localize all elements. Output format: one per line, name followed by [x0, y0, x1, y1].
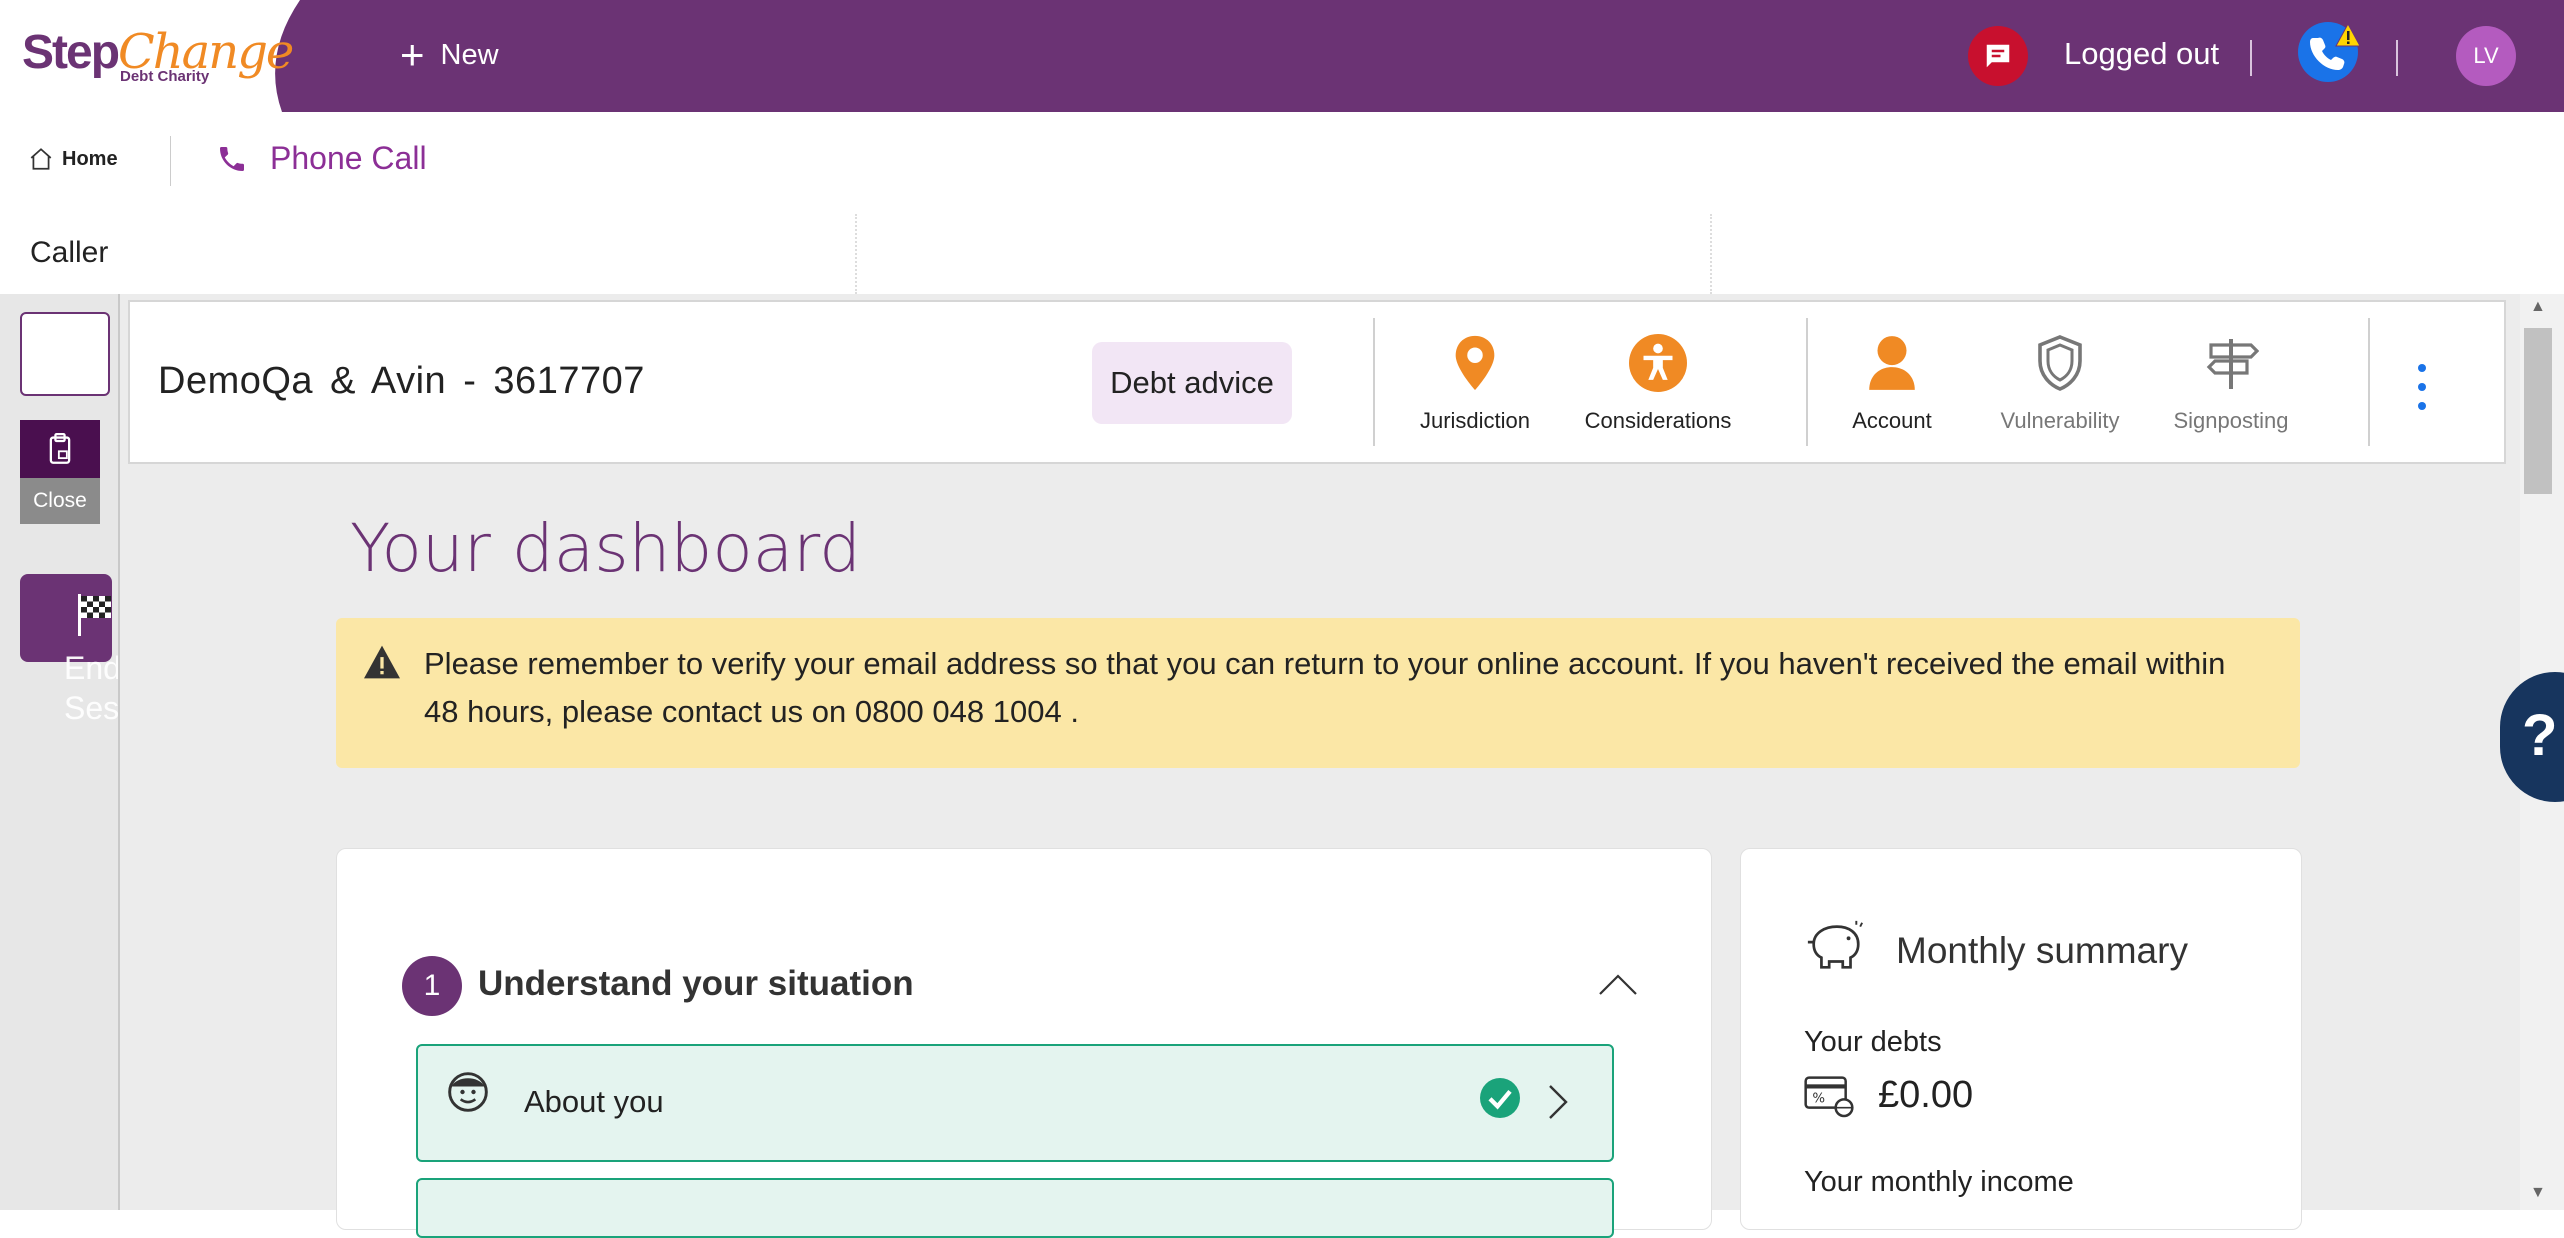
new-button-label: New	[440, 38, 499, 71]
chevron-up-icon[interactable]	[1598, 972, 1638, 996]
header-divider	[2396, 40, 2398, 76]
phone-icon	[220, 146, 244, 171]
caller-column-divider	[855, 214, 857, 294]
accessibility-icon	[1629, 334, 1687, 392]
plus-icon: +	[400, 31, 425, 78]
scroll-up-arrow-icon[interactable]: ▲	[2530, 298, 2546, 316]
step-item[interactable]	[416, 1178, 1614, 1238]
monthly-income-label: Your monthly income	[1804, 1166, 2074, 1198]
chevron-right-icon	[1549, 1085, 1568, 1119]
alert-message: Please remember to verify your email add…	[424, 646, 2226, 729]
tab-phone-call[interactable]: Phone Call	[216, 140, 427, 177]
clipboard-icon	[49, 433, 71, 464]
home-link[interactable]: Home	[28, 146, 118, 172]
signposting-button[interactable]: Signposting	[2160, 334, 2302, 434]
finish-flag-icon	[78, 594, 111, 636]
scrollbar-thumb[interactable]	[2524, 328, 2552, 494]
smiley-face-icon	[448, 1072, 488, 1112]
brand-logo[interactable]: StepChange Debt Charity	[0, 0, 300, 112]
logo-subtitle: Debt Charity	[120, 68, 210, 85]
rail-session-tile[interactable]	[20, 312, 110, 396]
end-session-label: End Session	[64, 650, 118, 726]
new-button[interactable]: + New	[400, 30, 499, 80]
debts-value: £0.00	[1878, 1074, 1974, 1116]
monthly-summary-title: Monthly summary	[1896, 930, 2188, 971]
toolbar-divider	[2368, 318, 2370, 446]
person-icon	[1869, 336, 1915, 390]
chat-button[interactable]	[1968, 26, 2028, 86]
account-button[interactable]: Account	[1842, 334, 1942, 434]
debt-card-icon: %	[1804, 1076, 1854, 1118]
help-icon: ?	[2522, 703, 2558, 768]
steps-card	[336, 848, 1712, 1230]
nav-divider	[170, 136, 171, 186]
page-title: Your dashboard	[350, 510, 862, 587]
logo-step: Step	[22, 26, 120, 79]
home-icon	[30, 148, 52, 170]
phone-status-button[interactable]	[2298, 22, 2362, 82]
considerations-label: Considerations	[1584, 408, 1732, 433]
caller-row	[0, 214, 2564, 294]
login-status: Logged out	[2064, 36, 2220, 71]
more-options-icon[interactable]	[2416, 362, 2428, 412]
header-divider	[2250, 40, 2252, 76]
step-number-badge: 1	[402, 956, 462, 1016]
phone-warning-icon	[2298, 22, 2361, 82]
location-pin-icon	[1455, 335, 1495, 391]
svg-text:%: %	[1812, 1092, 1825, 1107]
step-item-label: About you	[524, 1084, 664, 1119]
close-button[interactable]: Close	[20, 478, 100, 524]
signposting-label: Signposting	[2173, 408, 2289, 433]
jurisdiction-label: Jurisdiction	[1419, 408, 1531, 433]
client-name: DemoQa & Avin - 3617707	[158, 360, 645, 402]
debts-label: Your debts	[1804, 1026, 1942, 1058]
account-label: Account	[1852, 408, 1932, 433]
shield-icon	[2038, 335, 2082, 391]
signpost-icon	[2206, 339, 2259, 389]
toolbar-divider	[1373, 318, 1375, 446]
clipboard-button[interactable]	[20, 420, 100, 478]
service-badge[interactable]: Debt advice	[1092, 342, 1292, 424]
caller-column-divider	[1710, 214, 1712, 294]
user-avatar[interactable]: LV	[2456, 26, 2516, 86]
home-label: Home	[62, 147, 118, 170]
piggy-bank-icon	[1807, 920, 1863, 969]
vulnerability-label: Vulnerability	[2000, 408, 2120, 433]
toolbar-divider	[1806, 318, 1808, 446]
vulnerability-button[interactable]: Vulnerability	[1990, 334, 2130, 434]
warning-icon	[364, 645, 400, 679]
caller-label: Caller	[30, 236, 109, 269]
step-title: Understand your situation	[478, 964, 914, 1003]
chat-icon	[1986, 44, 2010, 68]
email-verification-alert: Please remember to verify your email add…	[336, 618, 2300, 768]
jurisdiction-button[interactable]: Jurisdiction	[1400, 334, 1550, 434]
considerations-button[interactable]: Considerations	[1572, 334, 1744, 434]
phone-call-label: Phone Call	[270, 140, 427, 176]
check-circle-icon	[1480, 1078, 1520, 1118]
scroll-down-arrow-icon[interactable]: ▼	[2530, 1184, 2546, 1202]
